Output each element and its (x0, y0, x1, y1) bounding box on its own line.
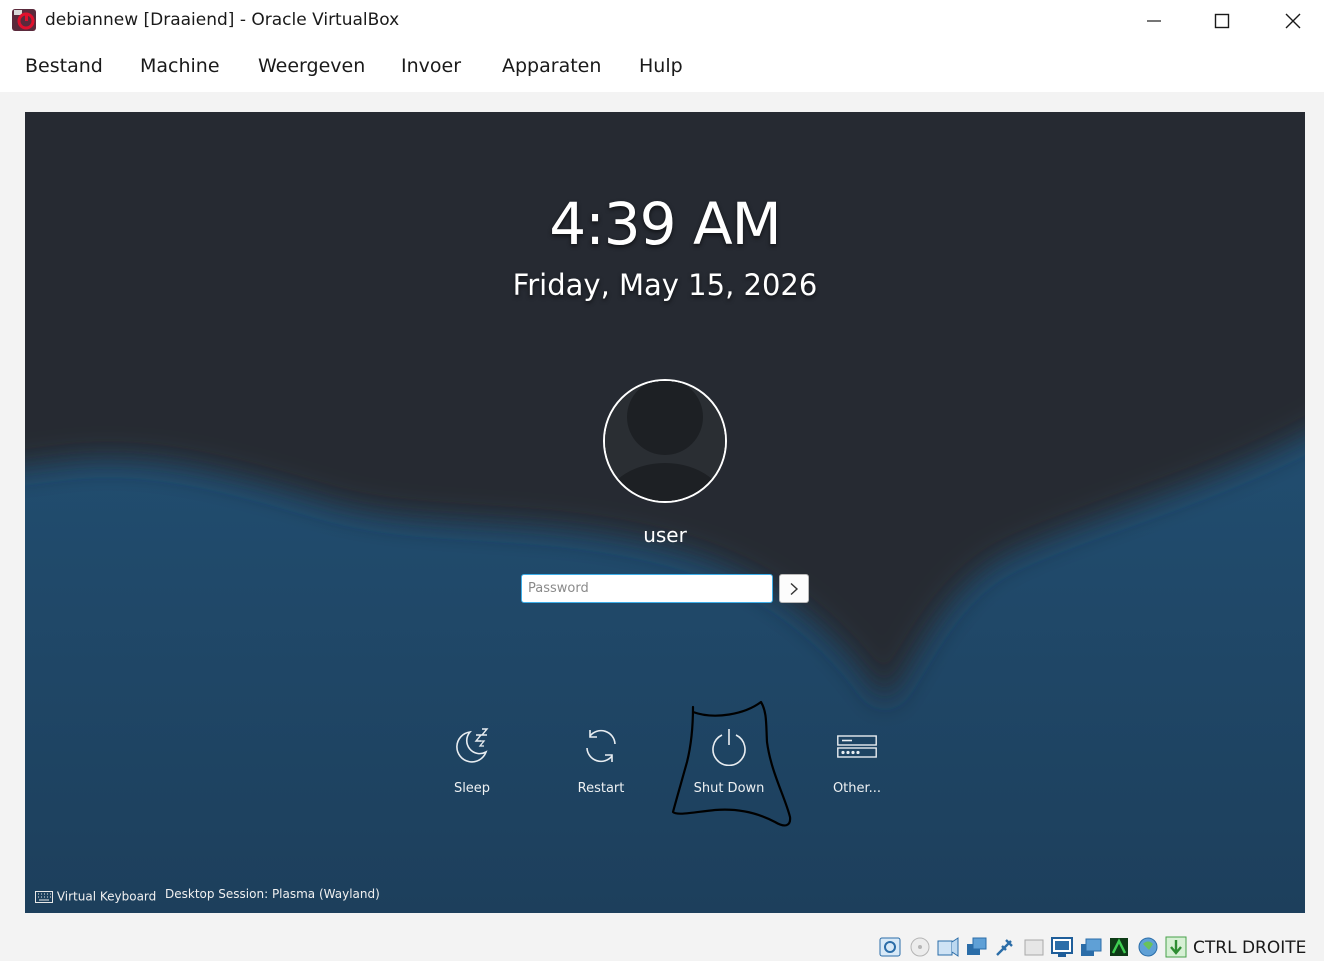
mouse-integration-icon[interactable] (1137, 936, 1159, 958)
restart-label: Restart (577, 781, 625, 796)
close-window-button[interactable] (1270, 0, 1316, 42)
window-title: debiannew [Draaiend] - Oracle VirtualBox (45, 10, 400, 30)
hard-disk-icon[interactable] (879, 936, 901, 958)
other-label: Other... (832, 781, 882, 796)
menu-bestand[interactable]: Bestand (25, 55, 103, 77)
virtual-keyboard-label: Virtual Keyboard (56, 889, 157, 904)
login-submit-button[interactable] (779, 574, 809, 603)
optical-drive-icon[interactable] (909, 936, 931, 958)
lock-clock: 4:39 AM (549, 190, 781, 258)
lock-date: Friday, May 15, 2026 (512, 268, 818, 302)
menu-apparaten[interactable]: Apparaten (502, 55, 601, 77)
username-label: user (643, 523, 687, 547)
host-key-label: CTRL DROITE (1193, 938, 1307, 958)
vm-display[interactable]: 4:39 AM Friday, May 15, 2026 user Sleep … (25, 112, 1305, 913)
power-icon (712, 729, 746, 766)
keyboard-capture-icon[interactable] (1165, 936, 1187, 958)
password-field[interactable] (521, 574, 773, 603)
display-icon[interactable] (1051, 936, 1073, 958)
virtualbox-app-icon (12, 9, 36, 31)
restart-icon (586, 729, 616, 763)
menu-machine[interactable]: Machine (140, 55, 220, 77)
sleep-button[interactable]: Sleep (417, 724, 527, 804)
avatar (603, 379, 727, 503)
other-icon (837, 735, 877, 758)
shut-down-button[interactable]: Shut Down (674, 724, 784, 804)
restart-button[interactable]: Restart (546, 724, 656, 804)
keyboard-icon (35, 890, 53, 903)
close-icon (1285, 13, 1301, 29)
maximize-button[interactable] (1199, 0, 1245, 42)
menu-invoer[interactable]: Invoer (401, 55, 461, 77)
other-button[interactable]: Other... (802, 724, 912, 804)
audio-icon[interactable] (937, 936, 959, 958)
usb-icon[interactable] (994, 936, 1016, 958)
title-bar: debiannew [Draaiend] - Oracle VirtualBox (0, 0, 1324, 42)
shut-down-label: Shut Down (693, 781, 765, 796)
recording-icon[interactable] (1080, 936, 1102, 958)
network-icon[interactable] (966, 936, 988, 958)
user-avatar-icon (605, 381, 725, 501)
minimize-button[interactable] (1131, 0, 1177, 42)
maximize-icon (1214, 13, 1230, 29)
menu-bar: Bestand Machine Weergeven Invoer Apparat… (0, 42, 1324, 92)
desktop-session-button[interactable]: Desktop Session: Plasma (Wayland) (165, 887, 380, 901)
sleep-label: Sleep (453, 781, 491, 796)
virtual-keyboard-button[interactable]: Virtual Keyboard (35, 889, 156, 904)
cpu-icon[interactable] (1108, 936, 1130, 958)
minimize-icon (1147, 20, 1161, 22)
shared-folders-icon[interactable] (1023, 936, 1045, 958)
chevron-right-icon (790, 582, 799, 595)
menu-weergeven[interactable]: Weergeven (258, 55, 365, 77)
sleep-icon (456, 728, 489, 763)
menu-hulp[interactable]: Hulp (639, 55, 683, 77)
